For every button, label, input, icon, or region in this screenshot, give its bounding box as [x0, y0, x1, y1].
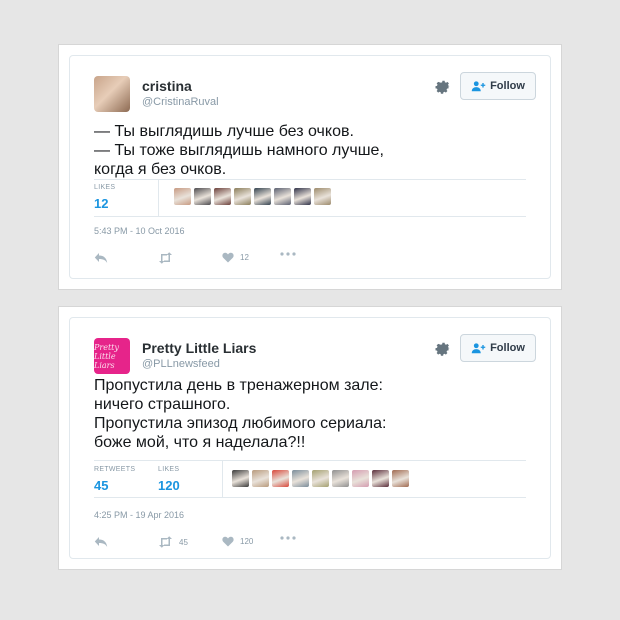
more-icon [280, 536, 296, 540]
divider [94, 497, 526, 498]
reply-icon [94, 537, 108, 547]
author-handle[interactable]: @PLLnewsfeed [142, 358, 220, 370]
divider [158, 180, 159, 216]
liker-avatar[interactable] [252, 470, 269, 487]
liker-avatar[interactable] [194, 188, 211, 205]
avatar[interactable]: Pretty Little Liars [94, 338, 130, 374]
like-button[interactable]: 120 [222, 536, 253, 547]
liker-avatar[interactable] [274, 188, 291, 205]
like-count: 12 [240, 253, 249, 262]
author-name[interactable]: Pretty Little Liars [142, 340, 256, 356]
liker-avatar[interactable] [272, 470, 289, 487]
timestamp[interactable]: 4:25 PM - 19 Apr 2016 [94, 510, 184, 520]
like-button[interactable]: 12 [222, 252, 249, 263]
liker-avatar[interactable] [232, 470, 249, 487]
tweet-text: — Ты выглядишь лучше без очков. — Ты тож… [94, 123, 384, 178]
tweet-actions: 45 120 [94, 536, 314, 550]
follow-label: Follow [490, 80, 525, 92]
liker-avatar[interactable] [214, 188, 231, 205]
retweet-icon [159, 536, 172, 548]
liker-avatar[interactable] [312, 470, 329, 487]
follow-button[interactable]: Follow [460, 334, 536, 362]
tweet-card-2: Pretty Little Liars Pretty Little Liars … [58, 306, 562, 570]
liker-avatar[interactable] [314, 188, 331, 205]
add-user-icon [471, 81, 486, 92]
retweet-button[interactable] [158, 252, 173, 264]
tweet-embed: Pretty Little Liars Pretty Little Liars … [69, 317, 551, 559]
reply-button[interactable] [94, 252, 108, 264]
liker-avatar[interactable] [392, 470, 409, 487]
like-count: 120 [240, 537, 254, 546]
tweet-text: Пропустила день в тренажерном зале: ниче… [94, 377, 387, 451]
liker-avatar[interactable] [292, 470, 309, 487]
likes-label: LIKES [158, 466, 180, 473]
retweets-label: RETWEETS [94, 466, 136, 473]
reply-icon [94, 253, 108, 263]
likes-count[interactable]: 120 [158, 478, 180, 493]
divider [222, 461, 223, 497]
liker-avatar[interactable] [372, 470, 389, 487]
reply-button[interactable] [94, 536, 108, 548]
add-user-icon [471, 343, 486, 354]
avatar-logo-text: Pretty Little Liars [94, 342, 119, 370]
likes-label: LIKES [94, 184, 116, 191]
timestamp[interactable]: 5:43 PM - 10 Oct 2016 [94, 226, 185, 236]
tweet-embed: cristina @CristinaRuval Follow — Ты выгл… [69, 55, 551, 279]
retweet-icon [159, 252, 172, 264]
liker-avatar[interactable] [254, 188, 271, 205]
divider [94, 216, 526, 217]
follow-button[interactable]: Follow [460, 72, 536, 100]
retweets-count[interactable]: 45 [94, 478, 108, 493]
avatar[interactable] [94, 76, 130, 112]
liker-avatars [174, 188, 331, 205]
more-button[interactable] [280, 252, 296, 256]
retweet-count: 45 [179, 537, 188, 547]
author-name[interactable]: cristina [142, 78, 192, 94]
more-icon [280, 252, 296, 256]
more-button[interactable] [280, 536, 296, 540]
divider [94, 460, 526, 461]
liker-avatar[interactable] [234, 188, 251, 205]
liker-avatars [232, 470, 409, 487]
liker-avatar[interactable] [174, 188, 191, 205]
tweet-card-1: cristina @CristinaRuval Follow — Ты выгл… [58, 44, 562, 290]
heart-icon [222, 252, 234, 263]
liker-avatar[interactable] [294, 188, 311, 205]
author-handle[interactable]: @CristinaRuval [142, 96, 219, 108]
liker-avatar[interactable] [352, 470, 369, 487]
liker-avatar[interactable] [332, 470, 349, 487]
retweet-button[interactable]: 45 [158, 536, 188, 548]
tweet-actions: 12 [94, 252, 314, 266]
likes-count[interactable]: 12 [94, 196, 108, 211]
heart-icon [222, 536, 234, 547]
gear-icon[interactable] [434, 340, 452, 358]
gear-icon[interactable] [434, 78, 452, 96]
follow-label: Follow [490, 342, 525, 354]
